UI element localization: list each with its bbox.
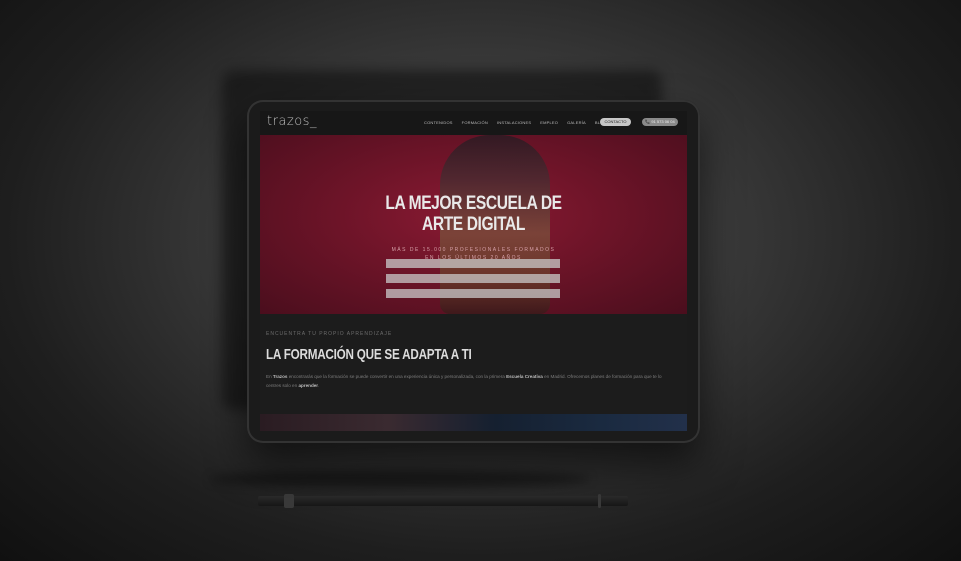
phone-button[interactable]: 📞 91 573 06 04 — [642, 118, 678, 126]
laptop-foot-left — [284, 494, 294, 508]
hero-stripe — [386, 274, 560, 283]
gallery-strip-image — [260, 414, 687, 431]
section-title: LA FORMACIÓN QUE SE ADAPTA A TI — [266, 346, 472, 363]
hero-subtitle-line1: MÁS DE 15.000 PROFESIONALES FORMADOS — [391, 247, 556, 253]
laptop-foot-right — [598, 494, 601, 508]
floor-shadow — [210, 470, 590, 488]
hero-subtitle: MÁS DE 15.000 PROFESIONALES FORMADOS EN … — [260, 246, 687, 262]
nav-item-empleo[interactable]: EMPLEO — [540, 120, 558, 125]
section-kicker: ENCUENTRA TU PROPIO APRENDIZAJE — [266, 331, 393, 337]
hero-title-line1: LA MEJOR ESCUELA DE — [385, 193, 562, 214]
section-paragraph: En Trazos encontrarás que la formación s… — [266, 374, 662, 388]
hero-stripe — [386, 289, 560, 298]
hero-banner: LA MEJOR ESCUELA DE ARTE DIGITAL MÁS DE … — [260, 135, 687, 314]
laptop-base — [258, 494, 628, 508]
nav-item-formacion[interactable]: FORMACIÓN — [462, 120, 488, 125]
site-logo[interactable]: trazos_ — [267, 114, 317, 129]
nav-menu: CONTENIDOS FORMACIÓN INSTALACIONES EMPLE… — [424, 120, 607, 125]
tablet-screen: trazos_ CONTENIDOS FORMACIÓN INSTALACION… — [260, 111, 687, 431]
contact-button[interactable]: CONTACTO — [600, 118, 631, 126]
formacion-section: ENCUENTRA TU PROPIO APRENDIZAJE LA FORMA… — [260, 314, 687, 414]
nav-item-instalaciones[interactable]: INSTALACIONES — [497, 120, 531, 125]
site-navbar: trazos_ CONTENIDOS FORMACIÓN INSTALACION… — [260, 111, 687, 135]
hero-title-line2: ARTE DIGITAL — [422, 214, 525, 235]
nav-item-contenidos[interactable]: CONTENIDOS — [424, 120, 453, 125]
hero-subtitle-line2: EN LOS ÚLTIMOS 20 AÑOS — [425, 255, 522, 261]
hero-title: LA MEJOR ESCUELA DE ARTE DIGITAL — [298, 193, 648, 235]
nav-item-galeria[interactable]: GALERÍA — [567, 120, 586, 125]
